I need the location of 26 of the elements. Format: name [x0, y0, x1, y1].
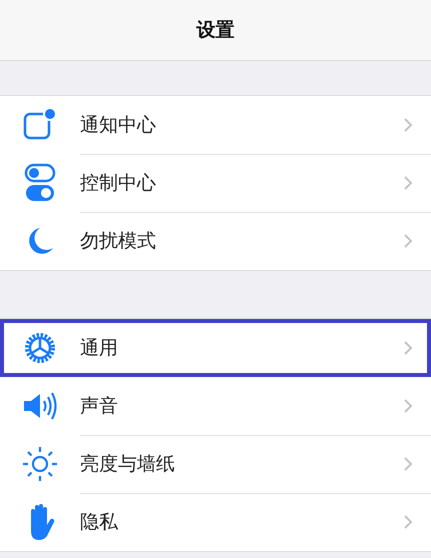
chevron-icon: [403, 340, 413, 356]
toggle-icon: [24, 163, 56, 203]
row-label: 亮度与墙纸: [80, 452, 175, 476]
settings-row[interactable]: 勿扰模式: [0, 212, 431, 270]
chevron-icon: [403, 233, 413, 249]
settings-row[interactable]: 控制中心: [0, 154, 431, 212]
nav-title: 设置: [196, 18, 234, 43]
row-label: 通用: [80, 336, 118, 361]
row-label: 声音: [80, 394, 118, 418]
speaker-icon: [22, 391, 58, 421]
chevron-icon: [403, 116, 413, 132]
row-label: 通知中心: [80, 112, 156, 138]
row-label: 勿扰模式: [80, 229, 156, 254]
settings-row[interactable]: 通知中心: [0, 96, 431, 154]
chevron-icon: [403, 174, 413, 190]
chevron-icon: [403, 514, 413, 530]
row-label: 控制中心: [80, 170, 156, 196]
settings-row[interactable]: 隐私: [0, 493, 431, 551]
highlighted-settings-row[interactable]: 通用: [0, 319, 431, 377]
settings-row[interactable]: 亮度与墙纸: [0, 435, 431, 493]
settings-row[interactable]: 声音: [0, 377, 431, 435]
settings-icon: [23, 331, 57, 365]
chevron-icon: [403, 398, 413, 414]
chevron-icon: [403, 456, 413, 472]
sun-icon: [22, 446, 58, 482]
row-label: 隐私: [80, 510, 118, 535]
